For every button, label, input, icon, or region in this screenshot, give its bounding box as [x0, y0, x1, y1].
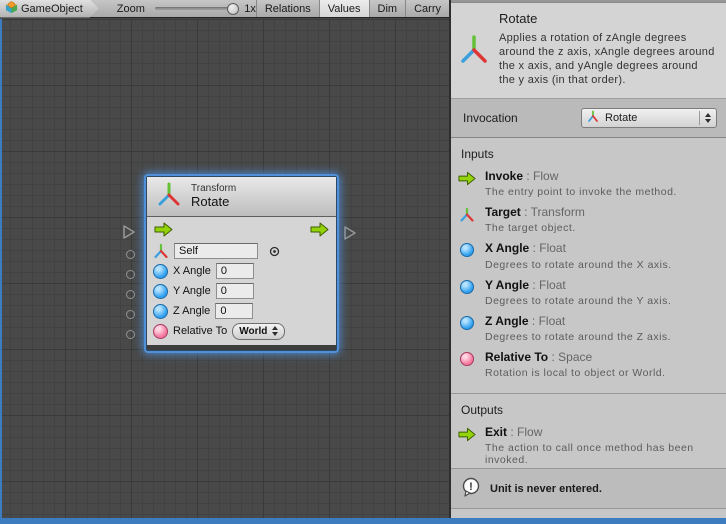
flow-arrow-icon [458, 171, 476, 186]
input-item-relative-to: Relative ToSpace Rotation is local to ob… [451, 349, 726, 385]
flow-row [153, 221, 330, 241]
toolbar-tabs: Relations Values Dim Carry [256, 0, 449, 17]
x-angle-label: X Angle [173, 265, 211, 277]
object-picker-icon[interactable] [269, 246, 280, 257]
flow-out-arrow-icon[interactable] [310, 222, 329, 240]
outputs-section: Outputs ExitFlow The action to call once… [451, 393, 726, 468]
node-header[interactable]: Transform Rotate [147, 177, 336, 217]
float-port-icon[interactable] [153, 304, 168, 319]
warning-icon: ! [461, 477, 481, 500]
target-field[interactable]: Self [174, 243, 258, 259]
z-angle-label: Z Angle [173, 305, 210, 317]
float-port-icon[interactable] [153, 264, 168, 279]
space-port-icon[interactable] [153, 324, 168, 339]
relative-to-dropdown[interactable]: World [232, 323, 285, 340]
float-port-icon[interactable] [153, 284, 168, 299]
z-angle-row: Z Angle 0 [153, 301, 330, 321]
input-item-target: TargetTransform The target object. [451, 204, 726, 240]
node-footer [147, 345, 336, 350]
float-port-icon [460, 316, 474, 330]
tab-relations[interactable]: Relations [256, 0, 319, 17]
y-angle-label: Y Angle [173, 285, 211, 297]
node-body: Self X Angle 0 Y Angle 0 Z Angle 0 [147, 217, 336, 345]
outputs-heading: Outputs [451, 400, 726, 424]
dropdown-arrows-icon [272, 324, 278, 338]
flow-arrow-icon [458, 427, 476, 442]
flow-in-arrow-icon[interactable] [154, 222, 173, 240]
graph-toolbar: GameObject Zoom 1x Relations Values Dim … [0, 0, 449, 18]
zoom-label: Zoom [117, 3, 145, 15]
output-item-exit: ExitFlow The action to call once method … [451, 424, 726, 472]
tab-dim[interactable]: Dim [369, 0, 406, 17]
warning-text: Unit is never entered. [490, 483, 602, 495]
inspector-title: Rotate [499, 11, 716, 26]
input-item-z-angle: Z AngleFloat Degrees to rotate around th… [451, 313, 726, 349]
invocation-label: Invocation [463, 111, 518, 125]
x-angle-row: X Angle 0 [153, 261, 330, 281]
zoom-value: 1x [244, 3, 256, 15]
relative-port-connector[interactable] [126, 330, 135, 339]
x-angle-field[interactable]: 0 [216, 263, 254, 279]
zoom-slider[interactable] [155, 7, 236, 10]
relative-to-label: Relative To [173, 325, 227, 337]
inspector-header: Rotate Applies a rotation of zAngle degr… [451, 3, 726, 98]
float-port-icon [460, 243, 474, 257]
x-angle-port-connector[interactable] [126, 270, 135, 279]
target-row: Self [153, 241, 330, 261]
y-angle-row: Y Angle 0 [153, 281, 330, 301]
y-angle-field[interactable]: 0 [216, 283, 254, 299]
bolt-graph-window: GameObject Zoom 1x Relations Values Dim … [0, 0, 726, 524]
input-item-x-angle: X AngleFloat Degrees to rotate around th… [451, 240, 726, 276]
y-angle-port-connector[interactable] [126, 290, 135, 299]
space-port-icon [460, 352, 474, 366]
transform-axes-icon [153, 243, 169, 260]
float-port-icon [460, 280, 474, 294]
tab-carry[interactable]: Carry [405, 0, 449, 17]
inspector-description: Applies a rotation of zAngle degrees aro… [499, 31, 716, 87]
inspector-sidebar: Rotate Applies a rotation of zAngle degr… [449, 0, 726, 518]
transform-axes-icon [157, 181, 181, 212]
transform-axes-icon [459, 33, 489, 98]
invocation-row: Invocation Rotate [451, 98, 726, 138]
zoom-slider-thumb[interactable] [227, 3, 239, 15]
breadcrumb-label: GameObject [21, 3, 83, 15]
z-angle-field[interactable]: 0 [215, 303, 253, 319]
rotate-unit-node[interactable]: Transform Rotate [146, 176, 337, 351]
selection-bottom-bar [0, 518, 726, 524]
warning-bar: ! Unit is never entered. [451, 468, 726, 509]
sidebar-filler [451, 509, 726, 518]
input-item-y-angle: Y AngleFloat Degrees to rotate around th… [451, 277, 726, 313]
tab-values[interactable]: Values [319, 0, 369, 17]
gameobject-cube-icon [5, 1, 18, 17]
dropdown-arrows-icon [699, 111, 711, 125]
node-title: Rotate [191, 195, 236, 210]
flow-input-connector[interactable] [122, 224, 136, 245]
z-angle-port-connector[interactable] [126, 310, 135, 319]
input-item-invoke: InvokeFlow The entry point to invoke the… [451, 168, 726, 204]
inputs-heading: Inputs [451, 144, 726, 168]
invocation-dropdown[interactable]: Rotate [581, 108, 717, 128]
transform-axes-icon [458, 207, 476, 223]
svg-text:!: ! [469, 481, 473, 493]
inputs-section: Inputs InvokeFlow The entry point to inv… [451, 138, 726, 393]
target-port-connector[interactable] [126, 250, 135, 259]
flow-output-connector[interactable] [343, 225, 357, 246]
transform-axes-icon [587, 110, 599, 126]
breadcrumb-gameobject[interactable]: GameObject [0, 0, 99, 18]
invocation-value: Rotate [605, 112, 693, 124]
relative-to-row: Relative To World [153, 321, 330, 341]
